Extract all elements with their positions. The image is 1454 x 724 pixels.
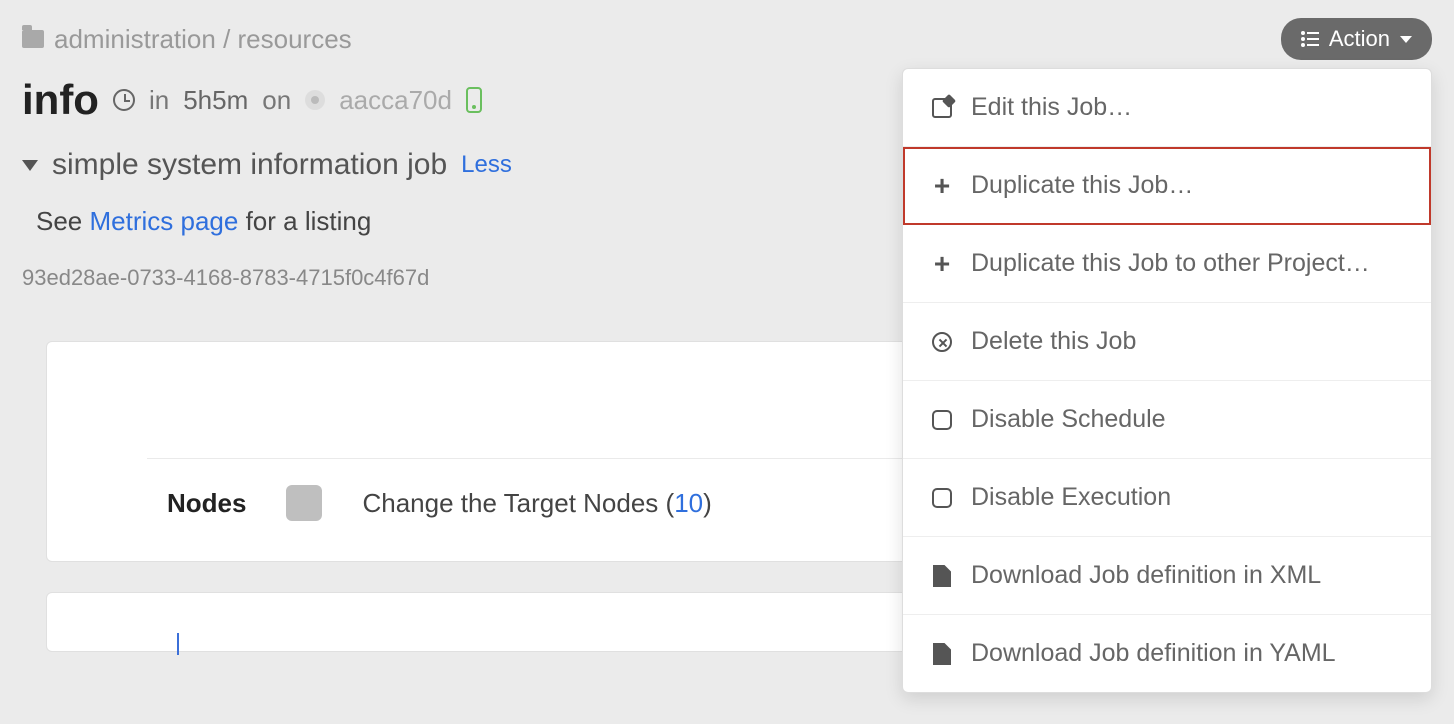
- action-dropdown-menu: Edit this Job… + Duplicate this Job… + D…: [902, 68, 1432, 693]
- node-label[interactable]: aacca70d: [339, 85, 452, 116]
- disclosure-triangle-icon[interactable]: [22, 160, 38, 171]
- action-button-label: Action: [1329, 26, 1390, 52]
- breadcrumb[interactable]: administration / resources: [22, 24, 352, 55]
- breadcrumb-text: administration / resources: [54, 24, 352, 55]
- menu-disable-schedule[interactable]: Disable Schedule: [903, 381, 1431, 459]
- menu-delete-label: Delete this Job: [971, 327, 1136, 356]
- plus-icon: +: [929, 176, 955, 196]
- square-icon: [929, 488, 955, 508]
- schedule-prefix: in: [149, 85, 169, 116]
- metrics-suffix: for a listing: [246, 206, 372, 236]
- menu-disable-execution-label: Disable Execution: [971, 483, 1171, 512]
- metrics-prefix: See: [36, 206, 82, 236]
- action-dropdown-button[interactable]: Action: [1281, 18, 1432, 60]
- caret-down-icon: [1400, 36, 1412, 43]
- square-icon: [929, 410, 955, 430]
- schedule-time: 5h5m: [183, 85, 248, 116]
- menu-duplicate-job[interactable]: + Duplicate this Job…: [903, 147, 1431, 225]
- menu-duplicate-other-project[interactable]: + Duplicate this Job to other Project…: [903, 225, 1431, 303]
- menu-disable-schedule-label: Disable Schedule: [971, 405, 1166, 434]
- change-suffix: ): [703, 488, 712, 518]
- schedule-on: on: [262, 85, 291, 116]
- change-target-text: Change the Target Nodes (10): [362, 488, 711, 519]
- change-prefix: Change the Target Nodes (: [362, 488, 674, 518]
- menu-download-xml-label: Download Job definition in XML: [971, 561, 1321, 590]
- edit-icon: [929, 98, 955, 118]
- menu-download-yaml-label: Download Job definition in YAML: [971, 639, 1336, 668]
- breadcrumb-row: administration / resources Action: [22, 18, 1432, 60]
- text-cursor: [177, 633, 179, 655]
- delete-icon: [929, 332, 955, 352]
- menu-disable-execution[interactable]: Disable Execution: [903, 459, 1431, 537]
- clock-icon: [113, 89, 135, 111]
- change-target-checkbox[interactable]: [286, 485, 322, 521]
- menu-duplicate-label: Duplicate this Job…: [971, 171, 1193, 200]
- menu-edit-job[interactable]: Edit this Job…: [903, 69, 1431, 147]
- node-dot-icon: [305, 90, 325, 110]
- menu-download-xml[interactable]: Download Job definition in XML: [903, 537, 1431, 615]
- job-title: info: [22, 76, 99, 124]
- menu-edit-label: Edit this Job…: [971, 93, 1132, 122]
- folder-icon: [22, 30, 44, 48]
- target-count-link[interactable]: 10: [674, 488, 703, 518]
- metrics-link[interactable]: Metrics page: [90, 206, 239, 236]
- menu-delete-job[interactable]: Delete this Job: [903, 303, 1431, 381]
- menu-download-yaml[interactable]: Download Job definition in YAML: [903, 615, 1431, 692]
- plus-icon: +: [929, 254, 955, 274]
- less-link[interactable]: Less: [461, 151, 512, 179]
- mobile-icon: [466, 87, 482, 113]
- list-icon: [1301, 32, 1319, 46]
- menu-duplicate-other-label: Duplicate this Job to other Project…: [971, 249, 1370, 278]
- file-icon: [929, 643, 955, 665]
- file-icon: [929, 565, 955, 587]
- job-description: simple system information job: [52, 148, 447, 182]
- nodes-label: Nodes: [167, 488, 246, 519]
